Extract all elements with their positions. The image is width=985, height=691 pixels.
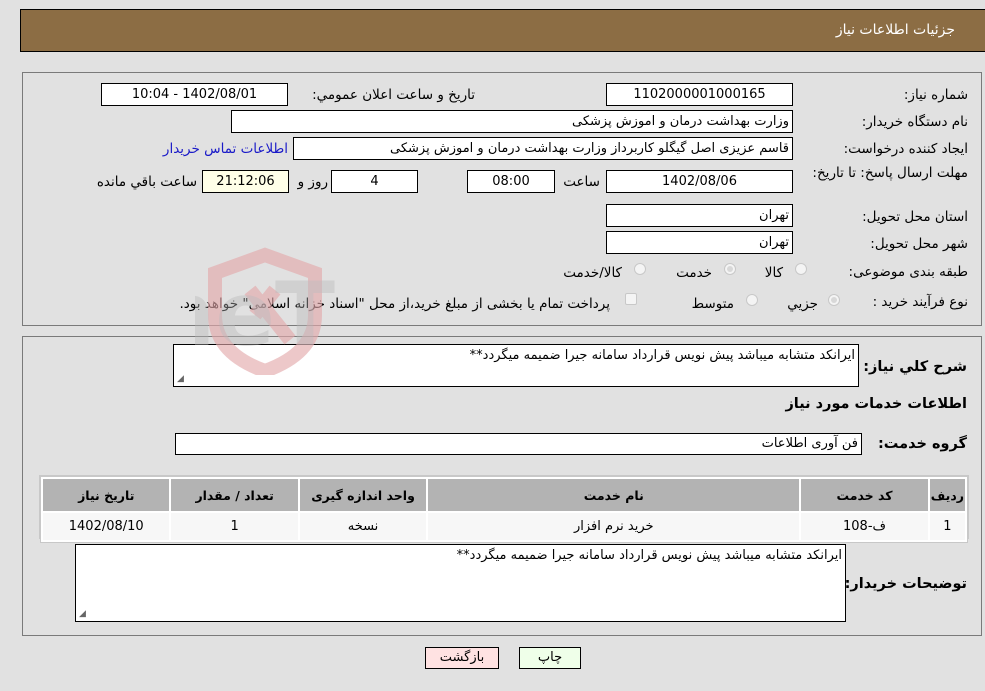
process-option-medium: متوسط — [691, 296, 734, 312]
buyer-notes-textarea[interactable]: ایرانکد متشابه میباشد پیش نویس قرارداد س… — [75, 544, 846, 622]
process-option-minor: جزيي — [787, 296, 818, 312]
buyer-notes-label: توضیحات خریدار: — [844, 576, 967, 592]
resize-grip-icon[interactable]: ◢ — [79, 609, 89, 619]
cell-need-date: 1402/08/10 — [43, 513, 170, 540]
col-header-unit: واحد اندازه گیری — [299, 479, 427, 511]
col-header-service-name: نام خدمت — [428, 479, 800, 511]
need-description-text: ایرانکد متشابه میباشد پیش نویس قرارداد س… — [469, 348, 855, 363]
days-remaining-field: 4 — [331, 170, 418, 193]
process-radio-medium[interactable] — [746, 294, 758, 306]
creator-field: قاسم عزیزی اصل گیگلو کاربرداز وزارت بهدا… — [293, 137, 793, 160]
category-radio-goods[interactable] — [795, 263, 807, 275]
table-row: 1 ف-108 خرید نرم افزار نسخه 1 1402/08/10 — [43, 513, 965, 540]
col-header-service-code: کد خدمت — [801, 479, 928, 511]
col-header-need-date: تاریخ نیاز — [43, 479, 170, 511]
table-header-row: ردیف کد خدمت نام خدمت واحد اندازه گیری ت… — [43, 479, 965, 511]
buyer-contact-link[interactable]: اطلاعات تماس خریدار — [163, 141, 288, 157]
cell-row-number: 1 — [929, 513, 965, 540]
province-label: استان محل تحویل: — [862, 209, 968, 225]
services-table: ردیف کد خدمت نام خدمت واحد اندازه گیری ت… — [40, 476, 968, 543]
cell-unit: نسخه — [299, 513, 427, 540]
cell-service-name: خرید نرم افزار — [428, 513, 800, 540]
deadline-time-label: ساعت — [563, 174, 600, 190]
category-radio-goods-service[interactable] — [634, 263, 646, 275]
purchase-process-label: نوع فرآیند خرید : — [872, 294, 968, 310]
need-description-label: شرح کلي نیاز: — [863, 359, 967, 375]
service-group-label: گروه خدمت: — [877, 436, 967, 452]
services-section-title: اطلاعات خدمات مورد نیاز — [785, 396, 967, 412]
services-table-container: ردیف کد خدمت نام خدمت واحد اندازه گیری ت… — [39, 475, 969, 543]
buyer-org-label: نام دستگاه خریدار: — [861, 114, 968, 130]
cell-service-code: ف-108 — [801, 513, 928, 540]
deadline-date-field: 1402/08/06 — [606, 170, 793, 193]
announce-datetime-label: تاریخ و ساعت اعلان عمومي: — [312, 87, 475, 103]
category-label: طبقه بندی موضوعی: — [848, 264, 968, 280]
need-number-field: 1102000001000165 — [606, 83, 793, 106]
remaining-time-label: ساعت باقي مانده — [96, 174, 197, 190]
days-label: روز و — [297, 174, 328, 190]
print-button[interactable]: چاپ — [519, 647, 581, 669]
page-title: جزئیات اطلاعات نیاز — [835, 22, 955, 38]
need-number-label: شماره نیاز: — [903, 87, 968, 103]
treasury-note: پرداخت تمام یا بخشی از مبلغ خرید،از محل … — [179, 296, 610, 312]
category-option-service: خدمت — [676, 265, 712, 281]
buyer-org-field: وزارت بهداشت درمان و اموزش پزشکی — [231, 110, 793, 133]
deadline-label: مهلت ارسال پاسخ: تا تاریخ: — [812, 165, 968, 181]
service-group-field: فن آوری اطلاعات — [175, 433, 862, 455]
process-radio-minor[interactable] — [828, 294, 840, 306]
deadline-time-field: 08:00 — [467, 170, 555, 193]
category-option-goods: کالا — [764, 265, 783, 281]
page-header: جزئیات اطلاعات نیاز — [20, 9, 985, 52]
cell-quantity: 1 — [171, 513, 298, 540]
city-field: تهران — [606, 231, 793, 254]
col-header-row-number: ردیف — [929, 479, 965, 511]
remaining-time-field: 21:12:06 — [202, 170, 289, 193]
treasury-checkbox[interactable] — [625, 293, 637, 305]
buyer-notes-text: ایرانکد متشابه میباشد پیش نویس قرارداد س… — [456, 548, 842, 563]
back-button[interactable]: بازگشت — [425, 647, 499, 669]
city-label: شهر محل تحویل: — [870, 236, 968, 252]
col-header-quantity: تعداد / مقدار — [171, 479, 298, 511]
resize-grip-icon[interactable]: ◢ — [177, 374, 187, 384]
creator-label: ایجاد کننده درخواست: — [843, 141, 968, 157]
need-description-textarea[interactable]: ایرانکد متشابه میباشد پیش نویس قرارداد س… — [173, 344, 859, 387]
category-option-goods-service: کالا/خدمت — [563, 265, 622, 281]
province-field: تهران — [606, 204, 793, 227]
category-radio-service[interactable] — [724, 263, 736, 275]
announce-datetime-field: 1402/08/01 - 10:04 — [101, 83, 288, 106]
